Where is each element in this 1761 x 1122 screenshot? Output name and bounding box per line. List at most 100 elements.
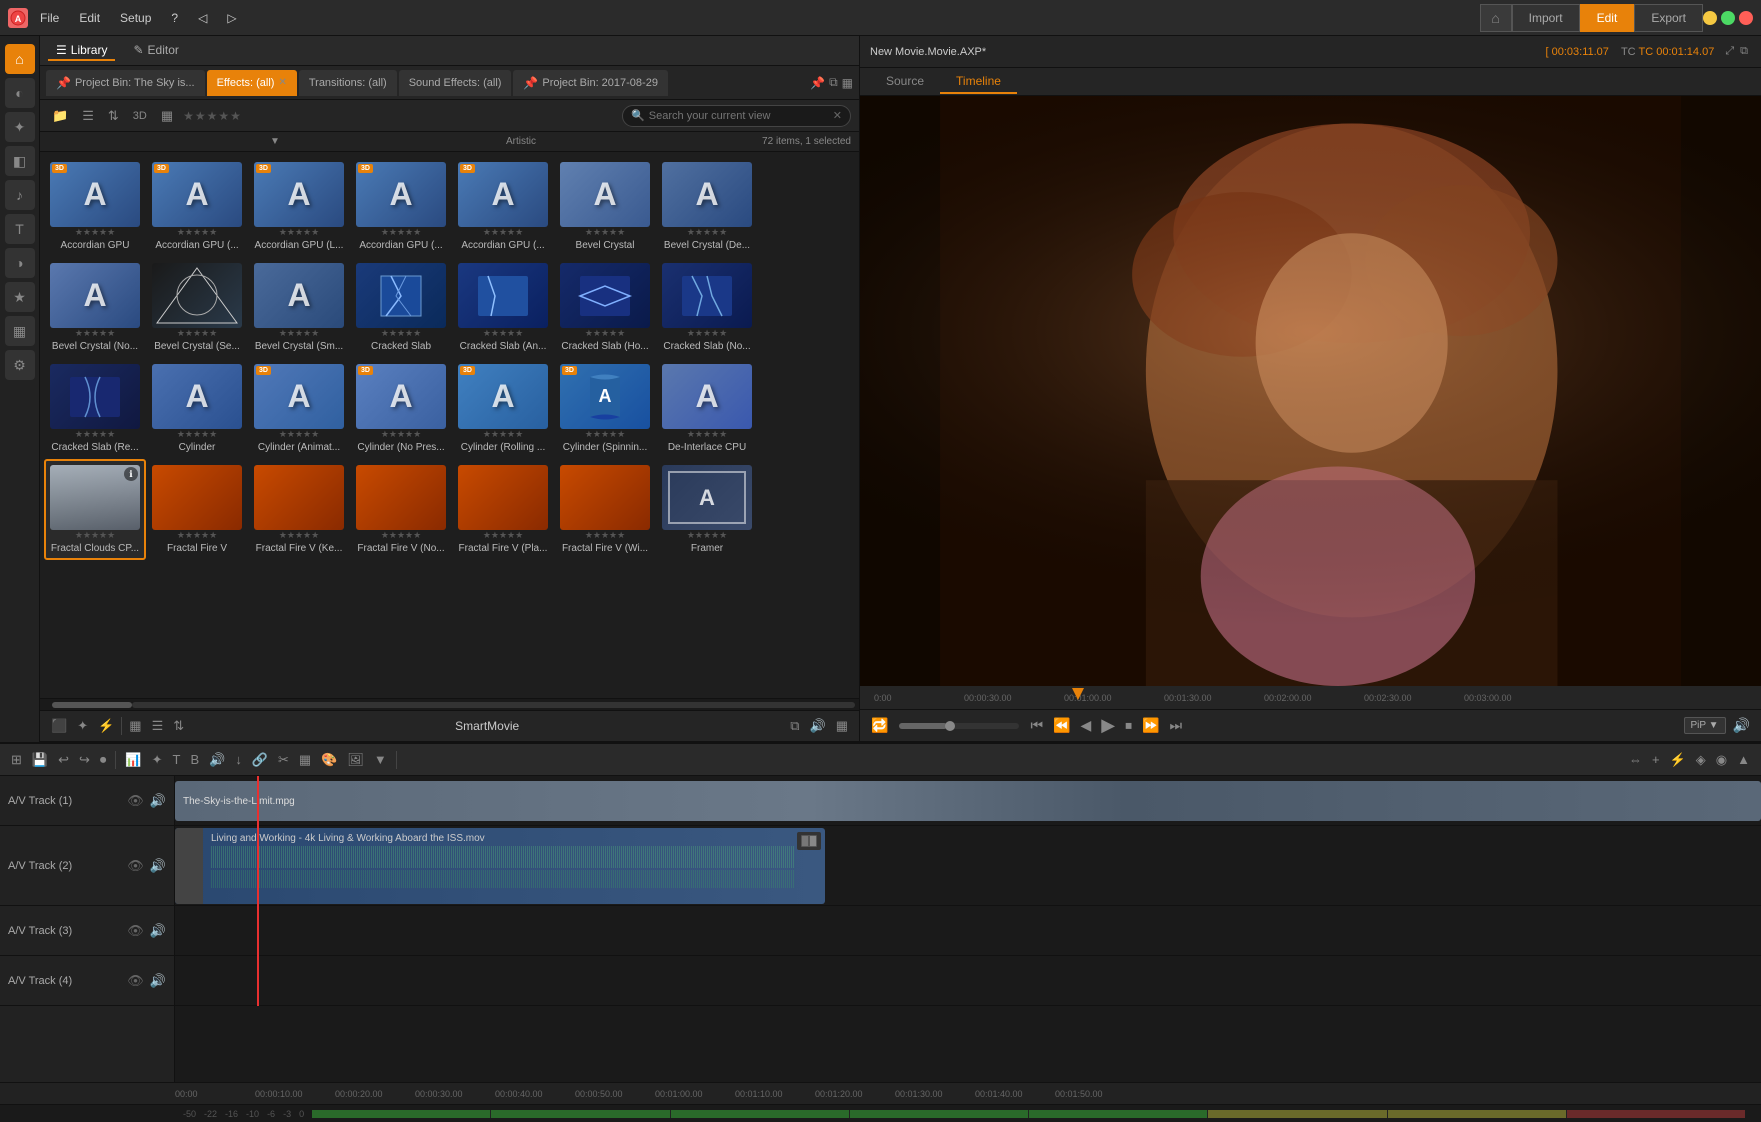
effect-item-bevel-sm[interactable]: A ★★★★★ Bevel Crystal (Sm... — [248, 257, 350, 358]
grid-btn[interactable]: ▦ — [157, 106, 177, 126]
tl-magic[interactable]: ✦ — [149, 750, 166, 770]
tab-effects-close[interactable]: ✕ — [278, 77, 286, 88]
timeline-tab[interactable]: Timeline — [940, 70, 1017, 94]
effect-item-fractal-fire-v[interactable]: ★★★★★ Fractal Fire V — [146, 459, 248, 560]
playhead-line[interactable] — [257, 776, 259, 1006]
tl-fx3[interactable]: ◉ — [1713, 750, 1730, 770]
play-btn[interactable]: ▶ — [1098, 713, 1118, 738]
skip-end-btn[interactable]: ⏭ — [1167, 715, 1186, 736]
effect-item-bevel-crystal-1[interactable]: A ★★★★★ Bevel Crystal — [554, 156, 656, 257]
effect-item-cracked-slab-an[interactable]: ★★★★★ Cracked Slab (An... — [452, 257, 554, 358]
tl-bar-chart[interactable]: 📊 — [122, 750, 144, 770]
effect-item-bevel-no[interactable]: A ★★★★★ Bevel Crystal (No... — [44, 257, 146, 358]
track-audio-4[interactable]: 🔊 — [150, 973, 166, 989]
volume-btn[interactable]: 🔊 — [1730, 715, 1753, 736]
folder-btn[interactable]: 📁 — [48, 106, 72, 126]
tl-color[interactable]: 🎨 — [318, 750, 340, 770]
window-maximize[interactable] — [1721, 11, 1735, 25]
sidebar-fx[interactable]: ✦ — [5, 112, 35, 142]
track-eye-4[interactable]: 👁 — [127, 973, 144, 989]
sm-view-1[interactable]: ▦ — [126, 716, 144, 736]
window-minimize[interactable] — [1703, 11, 1717, 25]
effect-item-fractal-fire-pla[interactable]: ★★★★★ Fractal Fire V (Pla... — [452, 459, 554, 560]
tl-link[interactable]: 🔗 — [249, 750, 271, 770]
tl-record[interactable]: ⏺ — [97, 750, 110, 770]
search-input[interactable] — [649, 110, 829, 122]
tab-project-bin-sky[interactable]: 📌 Project Bin: The Sky is... — [46, 70, 205, 96]
effect-item-cracked-slab-no[interactable]: ★★★★★ Cracked Slab (No... — [656, 257, 758, 358]
tab-pin-btn[interactable]: 📌 — [810, 76, 825, 90]
effects-hscroll[interactable] — [40, 698, 859, 710]
tab-grid-btn[interactable]: ▦ — [842, 76, 853, 90]
track-eye-3[interactable]: 👁 — [127, 923, 144, 939]
effect-item-bevel-se[interactable]: ★★★★★ Bevel Crystal (Se... — [146, 257, 248, 358]
star-filter[interactable]: ★★★★★ — [183, 109, 242, 123]
stop-btn[interactable]: ⏹ — [1122, 715, 1135, 736]
next-frame-btn[interactable]: ⏩ — [1139, 715, 1162, 736]
track-clip-sky[interactable]: The-Sky-is-the-Limit.mpg — [175, 781, 1761, 821]
sidebar-camera[interactable]: ◐ — [5, 78, 35, 108]
tl-grid[interactable]: ▦ — [296, 750, 314, 770]
import-button[interactable]: Import — [1512, 4, 1580, 32]
track-eye-1[interactable]: 👁 — [127, 793, 144, 809]
effect-item-deinterlace[interactable]: A ★★★★★ De-Interlace CPU — [656, 358, 758, 459]
tl-save[interactable]: 💾 — [29, 750, 51, 770]
sidebar-transition[interactable]: ◧ — [5, 146, 35, 176]
effect-item-cylinder-rolling[interactable]: 3D A ★★★★★ Cylinder (Rolling ... — [452, 358, 554, 459]
home-button[interactable]: ⌂ — [1480, 4, 1512, 32]
tl-scissors[interactable]: ✂ — [275, 750, 292, 770]
tab-sound-effects-all[interactable]: Sound Effects: (all) — [399, 70, 512, 96]
sidebar-settings[interactable]: ⚙ — [5, 350, 35, 380]
menu-setup[interactable]: Setup — [112, 9, 159, 27]
track-audio-2[interactable]: 🔊 — [150, 858, 166, 874]
tab-project-bin-2017[interactable]: 📌 Project Bin: 2017-08-29 — [513, 70, 668, 96]
menu-file[interactable]: File — [32, 9, 67, 27]
editor-tab[interactable]: ✎ Editor — [125, 41, 186, 61]
edit-button[interactable]: Edit — [1580, 4, 1635, 32]
tl-split[interactable]: ⇔ — [1626, 750, 1645, 770]
pip-button[interactable]: PiP ▼ — [1684, 717, 1726, 734]
export-button[interactable]: Export — [1634, 4, 1703, 32]
sm-btn-2[interactable]: ✦ — [74, 716, 91, 736]
tab-transitions-all[interactable]: Transitions: (all) — [299, 70, 397, 96]
tl-more[interactable]: ▼ — [371, 750, 390, 769]
tl-image[interactable]: 🖼 — [344, 750, 367, 770]
tl-text[interactable]: T — [170, 750, 184, 769]
tl-bold[interactable]: B — [187, 750, 202, 769]
sm-btn-1[interactable]: ⬛ — [48, 716, 70, 736]
menu-edit[interactable]: Edit — [71, 9, 108, 27]
loop-btn[interactable]: 🔁 — [868, 715, 891, 736]
effect-item-cylinder-anim[interactable]: 3D A ★★★★★ Cylinder (Animat... — [248, 358, 350, 459]
sidebar-color[interactable]: ◑ — [5, 248, 35, 278]
tl-redo[interactable]: ↪ — [76, 750, 93, 770]
rewind-btn[interactable]: ◀ — [1077, 715, 1094, 736]
tl-undo[interactable]: ↩ — [55, 750, 72, 770]
tl-down-arrow[interactable]: ↓ — [232, 750, 245, 769]
track-audio-3[interactable]: 🔊 — [150, 923, 166, 939]
library-tab[interactable]: ☰ Library — [48, 41, 115, 61]
effect-item-fractal-fire-wi[interactable]: ★★★★★ Fractal Fire V (Wi... — [554, 459, 656, 560]
effect-item-fractal-fire-no[interactable]: ★★★★★ Fractal Fire V (No... — [350, 459, 452, 560]
track-eye-2[interactable]: 👁 — [127, 858, 144, 874]
sort-btn[interactable]: ⇅ — [104, 106, 123, 126]
effect-item-fractal-fire-ke[interactable]: ★★★★★ Fractal Fire V (Ke... — [248, 459, 350, 560]
section-arrow[interactable]: ▼ — [270, 136, 280, 147]
tab-effects-all[interactable]: Effects: (all) ✕ — [207, 70, 297, 96]
tl-speaker[interactable]: 🔊 — [206, 750, 228, 770]
tl-marker[interactable]: ▲ — [1734, 750, 1753, 770]
transport-progress-track[interactable] — [899, 723, 1019, 729]
menu-help[interactable]: ? — [163, 9, 186, 27]
effect-item-fractal-clouds[interactable]: ℹ ★★★★★ Fractal Clouds CP... — [44, 459, 146, 560]
effect-item-cylinder-nopres[interactable]: 3D A ★★★★★ Cylinder (No Pres... — [350, 358, 452, 459]
sm-right-btn-2[interactable]: 🔊 — [807, 716, 829, 736]
effect-item-framer[interactable]: A ★★★★★ Framer — [656, 459, 758, 560]
tab-new-btn[interactable]: ⧉ — [829, 75, 838, 90]
3d-filter-btn[interactable]: 3D — [129, 108, 151, 124]
sidebar-filter[interactable]: ▦ — [5, 316, 35, 346]
sm-btn-wand[interactable]: ⚡ — [95, 716, 117, 736]
window-close[interactable] — [1739, 11, 1753, 25]
sidebar-sticker[interactable]: ★ — [5, 282, 35, 312]
effect-item-accordian-gpu-3[interactable]: 3D A ★★★★★ Accordian GPU (L... — [248, 156, 350, 257]
effect-item-accordian-gpu-2[interactable]: 3D A ★★★★★ Accordian GPU (... — [146, 156, 248, 257]
effect-item-accordian-gpu-1[interactable]: 3D A ★★★★★ Accordian GPU — [44, 156, 146, 257]
